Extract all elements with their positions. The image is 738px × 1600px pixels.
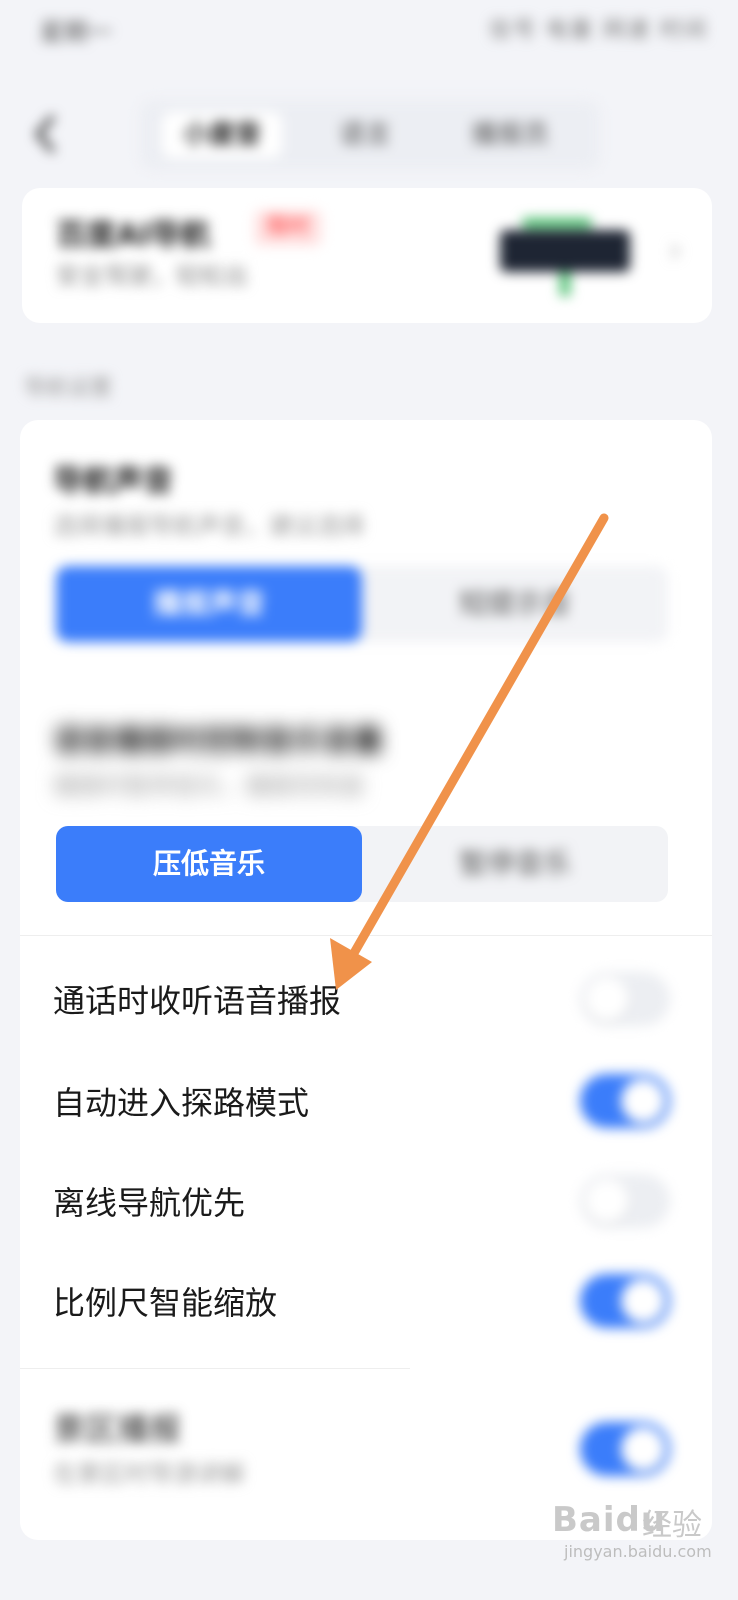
call-broadcast-toggle[interactable] <box>580 972 670 1026</box>
promo-title: 百度AI导航 <box>56 218 211 253</box>
setting-label: 通话时收听语音播报 <box>53 982 342 1020</box>
music-option-pause[interactable]: 暂停音乐 <box>362 826 668 902</box>
scenic-toggle[interactable] <box>580 1422 670 1476</box>
divider <box>20 935 712 936</box>
chevron-right-icon: › <box>668 230 683 271</box>
setting-row-offline-nav: 离线导航优先 <box>20 1152 712 1252</box>
navigation-voice-subtitle: 选择播报导航声音，建议选择 <box>53 512 365 540</box>
explore-mode-toggle[interactable] <box>580 1074 670 1128</box>
navigation-voice-selector: 播报声音 短提示音 <box>56 566 668 642</box>
scenic-title: 景区播报 <box>53 1410 182 1448</box>
music-title: 语音播报时控制音乐音量 <box>53 724 383 759</box>
divider <box>20 1368 410 1369</box>
setting-row-explore-mode: 自动进入探路模式 <box>20 1052 712 1152</box>
promo-badge: 限时 <box>254 210 323 246</box>
status-time: 星期一 <box>40 18 112 46</box>
navigation-voice-title: 导航声音 <box>53 464 173 499</box>
voice-option-tone[interactable]: 短提示音 <box>362 566 668 642</box>
status-bar: 星期一 信号 电量 网速 时间 <box>0 0 738 60</box>
watermark-text: 经验 <box>642 1508 702 1543</box>
tab-bar: 小度音 语言 播报员 <box>140 100 600 170</box>
device-image <box>482 208 652 298</box>
tab-voice[interactable]: 小度音 <box>162 112 282 158</box>
setting-row-call-broadcast: 通话时收听语音播报 <box>20 950 712 1050</box>
setting-label: 自动进入探路模式 <box>53 1084 310 1122</box>
music-selector: 压低音乐 暂停音乐 <box>56 826 668 902</box>
music-option-lower[interactable]: 压低音乐 <box>56 826 362 902</box>
offline-nav-toggle[interactable] <box>580 1174 670 1228</box>
promo-card[interactable]: 百度AI导航 限时 安全驾驶，轻松出 › <box>22 188 712 323</box>
scenic-subtitle: 在景区时导游讲解 <box>53 1460 245 1488</box>
setting-label: 比例尺智能缩放 <box>53 1284 278 1322</box>
back-arrow-icon[interactable] <box>30 114 60 154</box>
scale-zoom-toggle[interactable] <box>580 1274 670 1328</box>
top-nav: 小度音 语言 播报员 <box>0 100 738 180</box>
status-indicators: 信号 电量 网速 时间 <box>489 18 708 43</box>
section-title: 导航设置 <box>24 376 113 401</box>
promo-subtitle: 安全驾驶，轻松出 <box>56 262 248 290</box>
setting-row-scale-zoom: 比例尺智能缩放 <box>20 1252 712 1352</box>
watermark-url: jingyan.baidu.com <box>564 1542 712 1561</box>
tab-announcer[interactable]: 播报员 <box>440 112 580 158</box>
tab-language[interactable]: 语言 <box>310 112 420 158</box>
setting-label: 离线导航优先 <box>53 1184 246 1222</box>
voice-option-broadcast[interactable]: 播报声音 <box>56 566 362 642</box>
watermark: Baidu 经验 jingyan.baidu.com <box>552 1492 712 1561</box>
music-subtitle: 播报时暂停音乐，播报完恢复 <box>53 772 365 800</box>
